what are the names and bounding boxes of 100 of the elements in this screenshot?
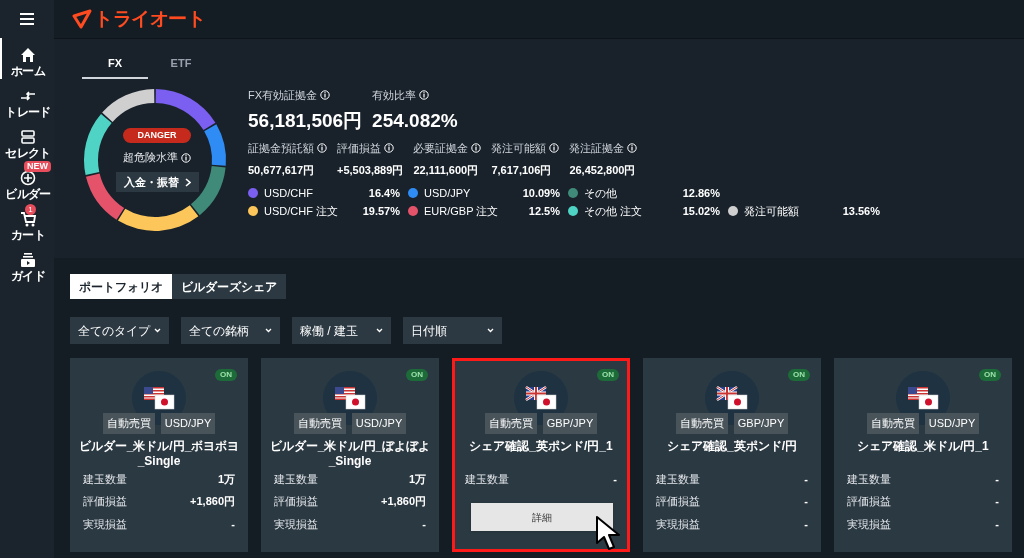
row-value: - xyxy=(613,471,617,487)
filter-dropdown[interactable]: 全ての銘柄 xyxy=(181,317,280,344)
pair-tag: USD/JPY xyxy=(924,413,980,434)
row-value: 1万 xyxy=(408,471,426,487)
filter-dropdown[interactable]: 全てのタイプ xyxy=(70,317,169,344)
row-value: - xyxy=(231,516,235,532)
chevron-down-icon xyxy=(265,328,272,333)
row-value: 1万 xyxy=(217,471,235,487)
type-tag: 自動売買 xyxy=(102,413,155,434)
menu-icon[interactable] xyxy=(20,13,34,25)
row-label: 実現損益 xyxy=(83,516,127,532)
stat-label: 発注可能額 xyxy=(491,140,547,156)
legend-value: 15.02% xyxy=(682,204,720,219)
row-value: - xyxy=(995,516,999,532)
strategy-card[interactable]: ON 自動売買 GBP/JPY シェア確認_英ポンド/円 建玉数量 - 評価損益 - 実現損益 - xyxy=(643,358,821,552)
type-tag: 自動売買 xyxy=(293,413,346,434)
info-icon[interactable] xyxy=(384,142,394,153)
risk-status: 超危険水準 xyxy=(123,150,178,166)
stat-label: 有効比率 xyxy=(372,88,417,103)
legend-label: USD/CHF xyxy=(264,185,314,201)
stat-value: +5,503,889円 xyxy=(337,163,404,178)
stacked-boxes-icon xyxy=(20,129,36,145)
strategy-card[interactable]: ON 自動売買 USD/JPY ビルダー_米ドル/円_ぼよぼよ_Single 建玉数量 1万 評価損益 +1,860円 実現損益 - xyxy=(261,358,439,552)
play-book-icon xyxy=(20,252,36,268)
pair-tag: GBP/JPY xyxy=(733,413,789,434)
filter-dropdown[interactable]: 稼働 / 建玉 xyxy=(292,317,391,344)
strategy-title: シェア確認_英ポンド/円 xyxy=(666,438,798,455)
row-label: 実現損益 xyxy=(656,516,700,532)
legend-label: その他 xyxy=(584,185,618,201)
row-value: - xyxy=(804,471,808,487)
home-icon xyxy=(20,47,36,63)
row-value: +1,860円 xyxy=(190,494,235,509)
legend-label: EUR/GBP 注文 xyxy=(424,204,500,219)
status-badge: ON xyxy=(979,369,1001,381)
section-tab[interactable]: ビルダーズシェア xyxy=(172,274,286,299)
strategy-title: ビルダー_米ドル/円_ぼよぼよ_Single xyxy=(268,438,432,469)
strategy-card[interactable]: ON 自動売買 USD/JPY ビルダー_米ドル/円_ボヨボヨ_Single 建玉数量 1万 評価損益 +1,860円 実現損益 - xyxy=(70,358,248,552)
status-badge: ON xyxy=(215,369,237,381)
asset-tab[interactable]: FX xyxy=(82,49,148,79)
strategy-card[interactable]: ON 自動売買 GBP/JPY シェア確認_英ポンド/円_1 建玉数量 - 詳細 xyxy=(452,358,630,552)
chevron-down-icon xyxy=(376,328,383,333)
sidebar-item[interactable]: 1 カート xyxy=(0,202,54,243)
row-label: 評価損益 xyxy=(274,494,318,509)
cart-icon xyxy=(20,211,36,227)
legend-label: USD/CHF 注文 xyxy=(264,204,339,219)
strategy-title: シェア確認_英ポンド/円_1 xyxy=(468,438,614,455)
strategy-title: シェア確認_米ドル/円_1 xyxy=(856,438,990,455)
info-icon[interactable] xyxy=(317,142,327,153)
row-label: 評価損益 xyxy=(656,494,700,509)
row-value: - xyxy=(995,471,999,487)
logo-mark-icon xyxy=(72,9,92,29)
legend-value: 13.56% xyxy=(842,204,880,219)
info-icon[interactable] xyxy=(627,142,638,153)
info-icon[interactable] xyxy=(471,142,482,153)
sidebar-item[interactable]: セレクト xyxy=(0,120,54,161)
legend-label: その他 注文 xyxy=(584,204,644,219)
stat-label: FX有効証拠金 xyxy=(248,88,318,103)
row-label: 建玉数量 xyxy=(274,471,318,487)
stat-label: 評価損益 xyxy=(337,140,381,156)
row-label: 建玉数量 xyxy=(656,471,700,487)
info-icon[interactable] xyxy=(419,90,430,101)
legend-value: 12.86% xyxy=(682,185,720,201)
strategy-card[interactable]: ON 自動売買 USD/JPY シェア確認_米ドル/円_1 建玉数量 - 評価損益 - 実現損益 - xyxy=(834,358,1012,552)
legend-value: 12.5% xyxy=(528,204,560,219)
row-label: 建玉数量 xyxy=(465,471,509,487)
legend-label: 発注可能額 xyxy=(744,204,800,219)
type-tag: 自動売買 xyxy=(484,413,537,434)
asset-tab[interactable]: ETF xyxy=(148,49,214,79)
pair-tag: GBP/JPY xyxy=(542,413,598,434)
stat-value: 56,181,506円 xyxy=(248,109,363,132)
new-badge: NEW xyxy=(24,161,51,172)
stat-value: 254.082% xyxy=(372,109,458,132)
legend-value: 10.09% xyxy=(522,185,560,201)
logo-text: トライオート xyxy=(94,6,206,31)
section-tab[interactable]: ポートフォリオ xyxy=(70,274,172,299)
count-badge: 1 xyxy=(25,204,36,215)
sidebar-item[interactable]: NEW ビルダー xyxy=(0,161,54,202)
filter-dropdown[interactable]: 日付順 xyxy=(403,317,502,344)
row-label: 評価損益 xyxy=(847,494,891,509)
stat-label: 発注証拠金 xyxy=(569,140,625,156)
pair-tag: USD/JPY xyxy=(351,413,407,434)
deposit-transfer-button[interactable]: 入金・振替 xyxy=(115,171,199,193)
currency-flags-icon xyxy=(715,385,749,411)
status-badge: ON xyxy=(597,369,619,381)
row-label: 建玉数量 xyxy=(847,471,891,487)
info-icon[interactable] xyxy=(549,142,560,153)
danger-badge: DANGER xyxy=(123,127,191,144)
info-icon[interactable] xyxy=(181,152,191,163)
currency-flags-icon xyxy=(142,385,176,411)
row-value: - xyxy=(995,494,999,509)
stat-value: 22,111,600円 xyxy=(413,163,480,178)
type-tag: 自動売買 xyxy=(866,413,919,434)
row-value: - xyxy=(804,494,808,509)
row-label: 建玉数量 xyxy=(83,471,127,487)
detail-button[interactable]: 詳細 xyxy=(471,503,613,531)
sidebar-item[interactable]: ガイド xyxy=(0,243,54,284)
info-icon[interactable] xyxy=(320,90,331,101)
currency-flags-icon xyxy=(906,385,940,411)
row-label: 実現損益 xyxy=(847,516,891,532)
sidebar-item[interactable]: トレード xyxy=(0,79,54,120)
